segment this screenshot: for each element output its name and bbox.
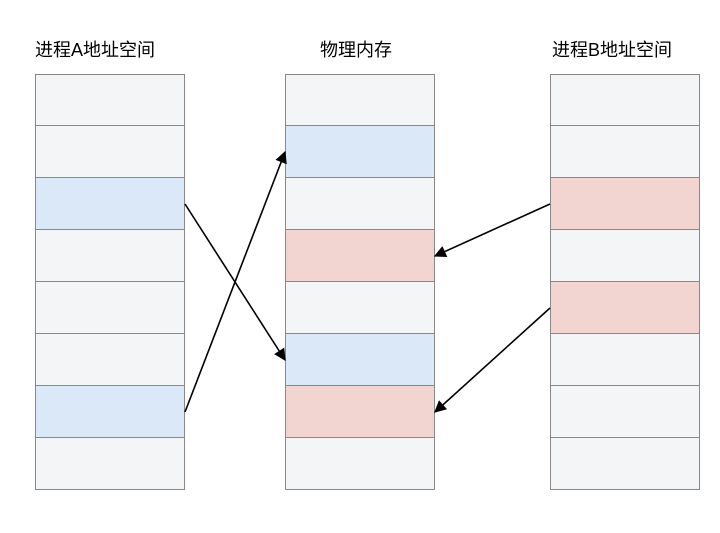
cell-A-2 <box>35 178 185 230</box>
cell-A-0 <box>35 74 185 126</box>
arrow-A2-P5 <box>185 204 285 360</box>
cell-B-3 <box>550 230 700 282</box>
cell-A-6 <box>35 386 185 438</box>
cell-B-1 <box>550 126 700 178</box>
cell-P-3 <box>285 230 435 282</box>
column-physical <box>285 74 435 490</box>
cell-P-5 <box>285 334 435 386</box>
cell-P-2 <box>285 178 435 230</box>
cell-P-1 <box>285 126 435 178</box>
cell-A-5 <box>35 334 185 386</box>
column-process-b <box>550 74 700 490</box>
cell-P-4 <box>285 282 435 334</box>
heading-col-phys: 物理内存 <box>320 36 392 62</box>
cell-A-3 <box>35 230 185 282</box>
arrow-A6-P1 <box>185 152 285 412</box>
cell-B-4 <box>550 282 700 334</box>
arrow-B2-P3 <box>435 204 550 256</box>
cell-P-6 <box>285 386 435 438</box>
cell-P-0 <box>285 74 435 126</box>
cell-B-0 <box>550 74 700 126</box>
cell-B-7 <box>550 438 700 490</box>
cell-A-7 <box>35 438 185 490</box>
cell-A-4 <box>35 282 185 334</box>
arrow-B4-P6 <box>435 308 550 412</box>
cell-B-5 <box>550 334 700 386</box>
heading-col-a: 进程A地址空间 <box>35 36 155 62</box>
cell-B-6 <box>550 386 700 438</box>
heading-col-b: 进程B地址空间 <box>552 36 672 62</box>
column-process-a <box>35 74 185 490</box>
cell-A-1 <box>35 126 185 178</box>
cell-P-7 <box>285 438 435 490</box>
cell-B-2 <box>550 178 700 230</box>
